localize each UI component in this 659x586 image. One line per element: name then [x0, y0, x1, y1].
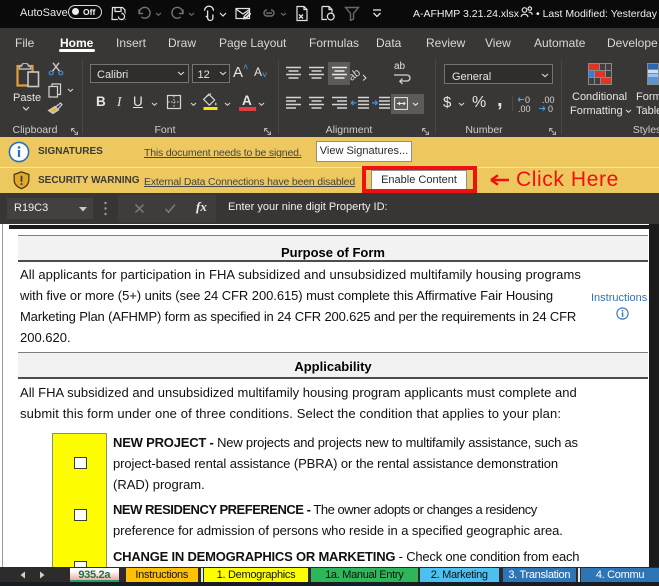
svg-text:.00: .00: [518, 104, 531, 113]
svg-text:ab: ab: [350, 67, 363, 81]
svg-text:0: 0: [548, 104, 553, 113]
